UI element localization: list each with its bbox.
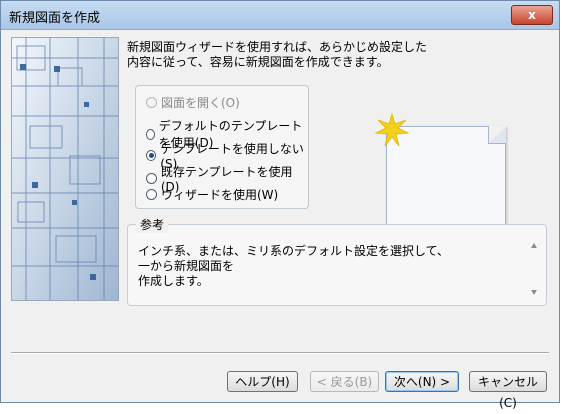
wizard-description: 新規図面ウィザードを使用すれば、あらかじめ設定した内容に従って、容易に新規図面を… — [127, 40, 428, 69]
reference-text: インチ系、または、ミリ系のデフォルト設定を選択して、 一から新規図面を 作成しま… — [138, 244, 450, 288]
close-icon: x — [528, 8, 536, 22]
help-button[interactable]: ヘルプ(H) — [227, 371, 298, 392]
reference-label: 参考 — [136, 216, 169, 233]
close-button[interactable]: x — [511, 5, 553, 25]
sparkle-icon — [375, 113, 409, 147]
dialog-content: 新規図面ウィザードを使用すれば、あらかじめ設定した内容に従って、容易に新規図面を… — [1, 30, 559, 410]
option-label: ウィザードを使用(W) — [161, 188, 279, 202]
next-button[interactable]: 次へ(N) > — [385, 371, 459, 392]
radio-indicator[interactable] — [146, 173, 157, 184]
reference-scrollbar[interactable] — [528, 243, 540, 295]
preview-document — [375, 113, 506, 226]
back-button: < 戻る(B) — [310, 371, 379, 392]
scroll-up-icon[interactable] — [531, 243, 537, 248]
cancel-button[interactable]: キャンセル(C) — [469, 371, 547, 410]
new-drawing-dialog: 新規図面を作成 x 新規図面ウィザードを使用すれば、あらかじめ設定した内容に従っ… — [0, 0, 560, 410]
reference-groupbox: 参考 インチ系、または、ミリ系のデフォルト設定を選択して、 一から新規図面を 作… — [127, 216, 547, 306]
title-bar[interactable]: 新規図面を作成 x — [1, 1, 559, 30]
radio-indicator[interactable] — [146, 128, 155, 140]
radio-indicator[interactable] — [146, 150, 157, 161]
window-title: 新規図面を作成 — [9, 11, 101, 26]
option-open-drawing: 図面を開く(O) — [146, 94, 240, 111]
scroll-down-icon[interactable] — [531, 290, 537, 295]
option-use-wizard[interactable]: ウィザードを使用(W) — [146, 186, 278, 203]
blueprint-illustration — [12, 38, 118, 300]
radio-indicator[interactable] — [146, 189, 157, 200]
radio-indicator — [146, 97, 157, 108]
option-label: 図面を開く(O) — [161, 96, 240, 110]
folded-corner-icon — [488, 126, 506, 144]
blueprint-banner — [11, 37, 119, 301]
button-divider — [11, 352, 549, 353]
creation-options-box: 図面を開く(O) デフォルトのテンプレートを使用(D) テンプレートを使用しない… — [135, 85, 309, 209]
